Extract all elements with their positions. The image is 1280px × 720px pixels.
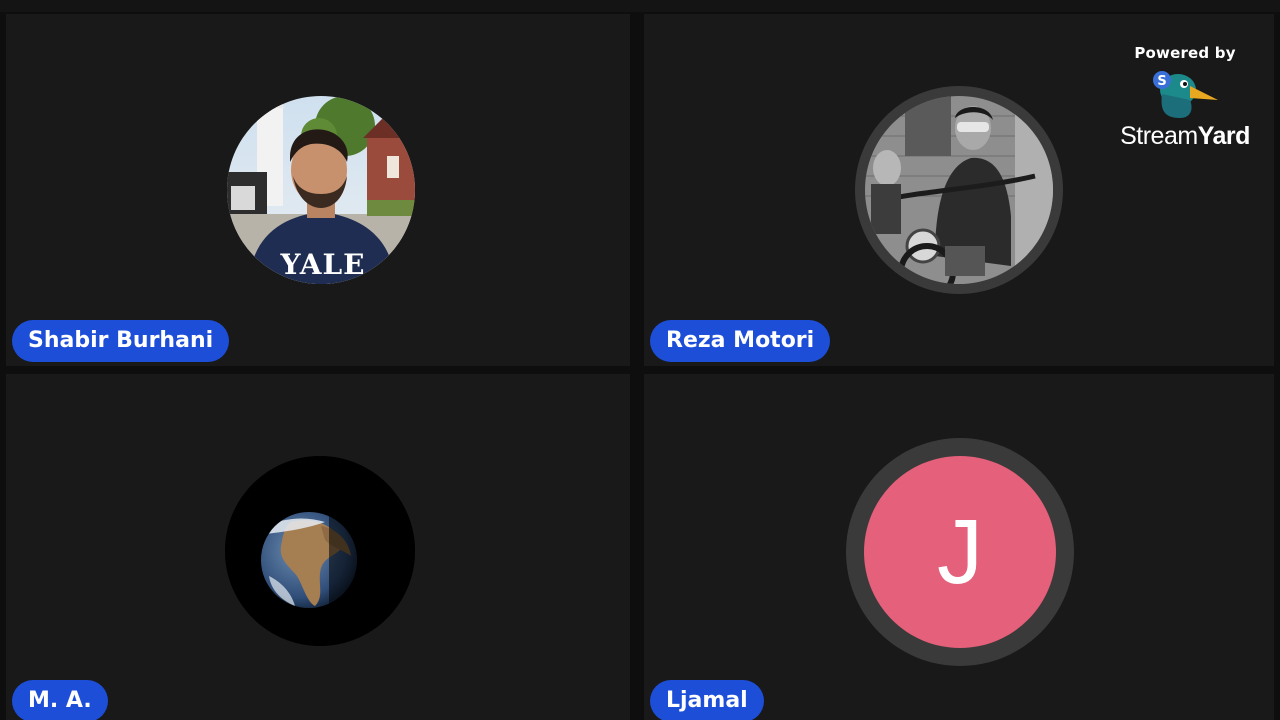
motorcycle-rider-icon [865,96,1053,284]
participant-name-badge: Ljamal [650,680,764,720]
avatar-photo [225,456,415,646]
avatar-photo [865,96,1053,284]
stream-stage: YALE Shabir Burhani Reza Motori Powered … [0,0,1280,720]
streamyard-wordmark: StreamYard [1120,122,1250,150]
participant-name-badge: Reza Motori [650,320,831,362]
avatar-initial: J [864,456,1056,648]
participant-tile-ljamal: J Ljamal [644,374,1274,720]
svg-text:S: S [1157,74,1166,89]
participant-tile-reza: Reza Motori Powered by S StreamYard [644,14,1274,366]
powered-by-label: Powered by [1134,44,1236,62]
participant-name-badge: M. A. [12,680,108,720]
streamyard-branding: Powered by S StreamYard [1110,44,1260,151]
earth-globe-icon [225,456,415,646]
participant-tile-ma: M. A. [6,374,630,720]
participant-name-badge: Shabir Burhani [12,320,230,362]
top-bar [0,0,1280,12]
svg-text:YALE: YALE [280,248,366,281]
man-yale-shirt-icon: YALE [227,96,415,284]
streamyard-duck-icon: S [1153,71,1218,118]
participant-tile-shabir: YALE Shabir Burhani [6,14,630,366]
avatar-photo: YALE [227,96,415,284]
